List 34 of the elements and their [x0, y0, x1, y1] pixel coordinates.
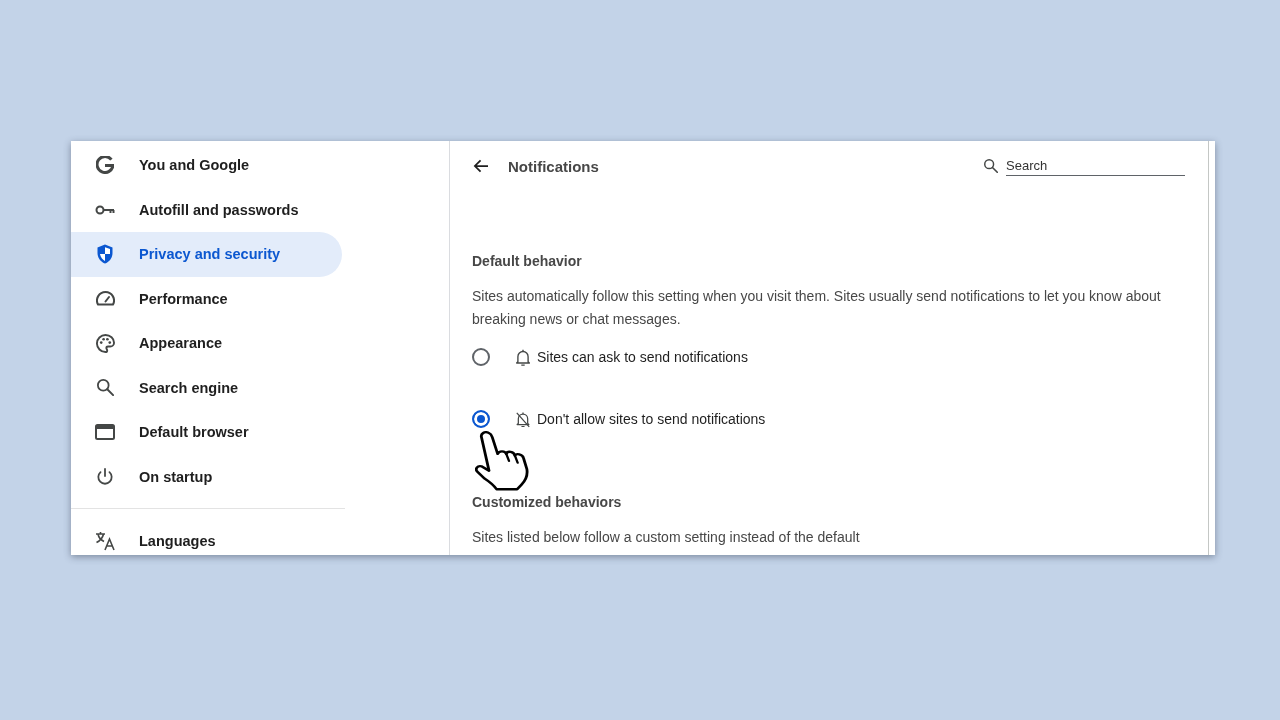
radio-button[interactable] [472, 348, 490, 366]
key-icon [95, 204, 115, 215]
bell-off-icon [516, 410, 530, 428]
page-title: Notifications [508, 157, 599, 175]
section-heading: Default behavior [472, 252, 583, 271]
sidebar-item[interactable]: Privacy and security [71, 232, 342, 277]
power-icon [97, 467, 113, 486]
sidebar-item[interactable]: Appearance [71, 321, 342, 366]
browser-window-icon [95, 424, 115, 441]
search-icon [96, 379, 114, 397]
sidebar-item[interactable]: Autofill and passwords [71, 187, 342, 232]
sidebar-item[interactable]: Default browser [71, 410, 342, 455]
back-arrow-icon [473, 159, 489, 173]
sidebar-item[interactable]: Search engine [71, 365, 342, 410]
sidebar-item[interactable]: Performance [71, 276, 342, 321]
translate-icon [95, 531, 115, 552]
search-field[interactable]: Search [1006, 158, 1185, 176]
bell-icon [516, 348, 530, 366]
section-heading: Customized behaviors [472, 493, 623, 512]
sidebar-item[interactable]: Languages [71, 519, 342, 555]
sidebar-item[interactable]: You and Google [71, 143, 342, 188]
hand-cursor-icon [475, 431, 529, 491]
sidebar-item[interactable]: On startup [71, 454, 342, 499]
back-button[interactable] [472, 158, 490, 174]
section-description: Sites automatically follow this setting when you visit them. Sites usually send notifications to let you know about breaking news or chat messages. [472, 287, 1162, 329]
palette-icon [95, 333, 115, 353]
radio-button[interactable] [472, 410, 490, 428]
section-description: Sites listed below follow a custom setting instead of the default [472, 528, 861, 547]
option-label: Sites can ask to send notifications [537, 349, 748, 365]
option-label: Don't allow sites to send notifications [537, 411, 766, 427]
shield-icon [97, 244, 113, 265]
search-icon [984, 159, 998, 173]
g-logo-icon [96, 156, 114, 175]
gauge-icon [95, 291, 115, 307]
